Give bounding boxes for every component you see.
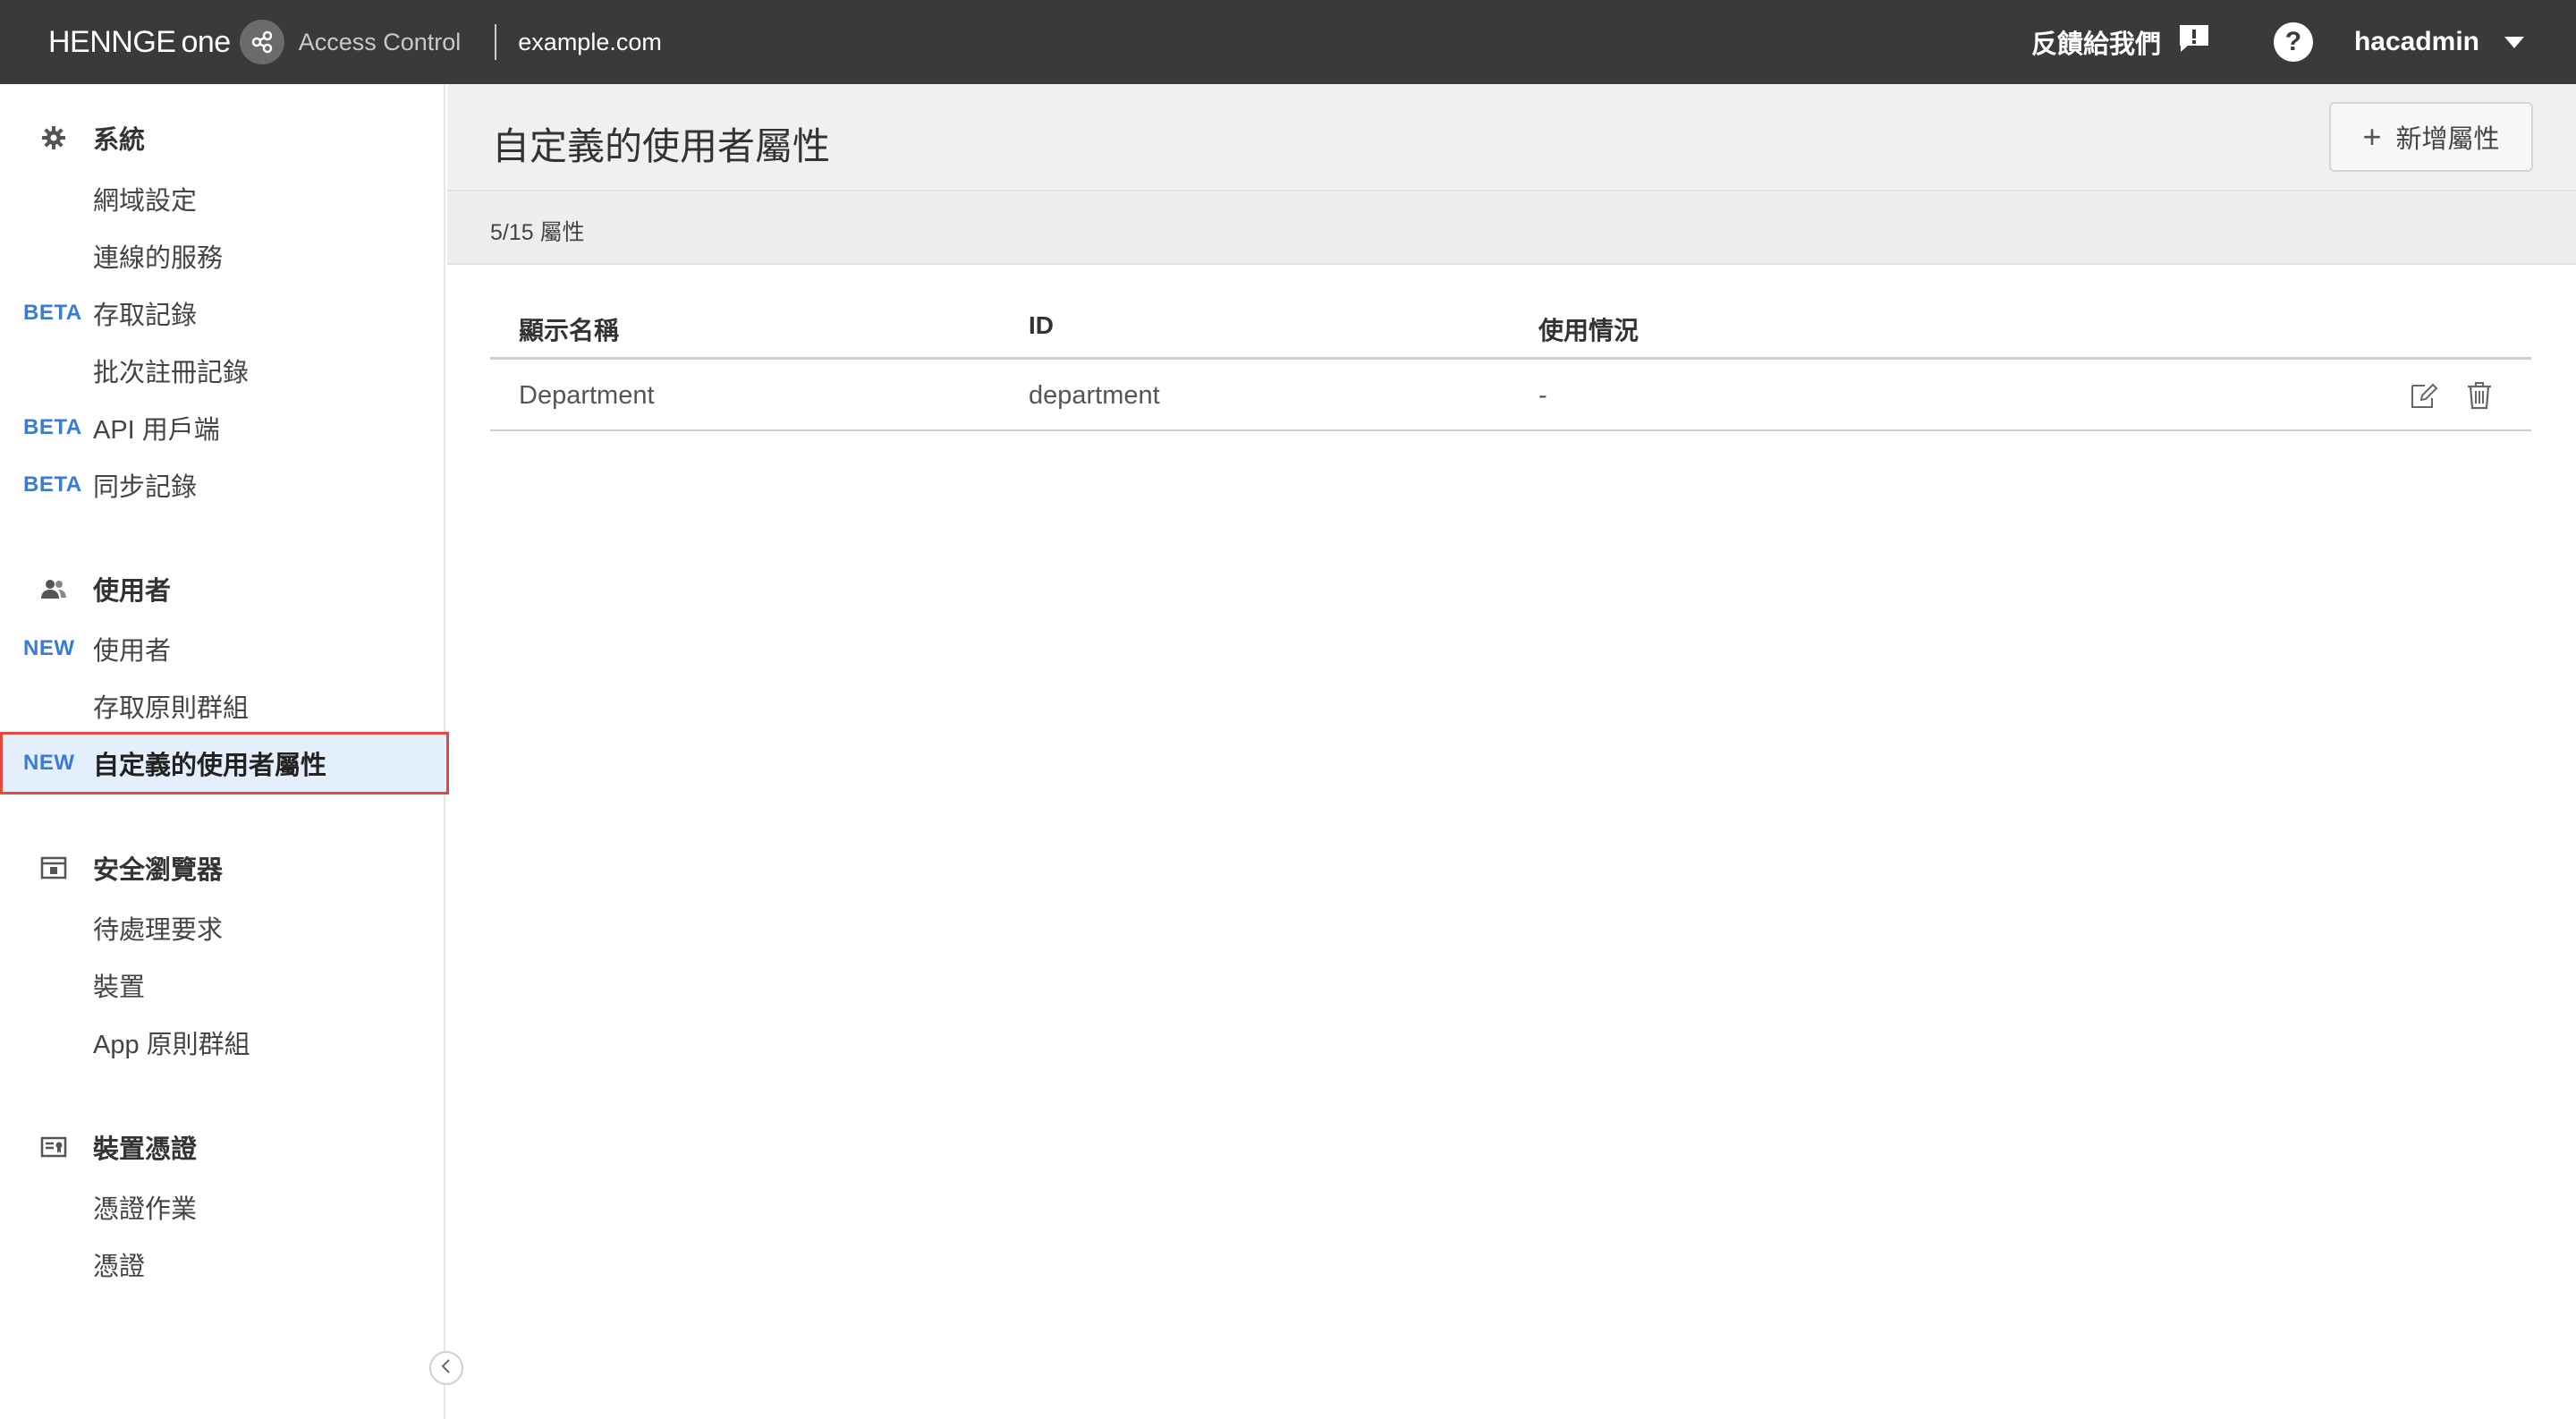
edit-icon[interactable] [2408, 379, 2440, 412]
sidebar-item-label: 連線的服務 [93, 244, 224, 273]
main-content: 自定義的使用者屬性 + 新增屬性 5/15 屬性 顯示名稱 ID 使用情況 De… [447, 84, 2576, 1419]
help-icon[interactable]: ? [2273, 22, 2313, 62]
sidebar-item-label: 存取記錄 [93, 302, 198, 330]
sidebar-item-certificate-jobs[interactable]: 憑證作業 [0, 1179, 445, 1235]
feedback-button[interactable]: 反饋給我們 [2031, 22, 2211, 62]
sidebar-item-label: 同步記錄 [93, 473, 198, 502]
logo-text-one: one [181, 24, 231, 59]
sidebar: 系統 網域設定 連線的服務 BETA 存取記錄 批次註冊記錄 BETA API … [0, 84, 449, 1419]
sidebar-item-access-logs[interactable]: BETA 存取記錄 [0, 285, 445, 341]
sidebar-item-label: 存取原則群組 [93, 694, 250, 723]
domain-label: example.com [518, 28, 662, 55]
count-bar: 5/15 屬性 [447, 191, 2576, 265]
sidebar-item-certificates[interactable]: 憑證 [0, 1236, 445, 1292]
user-menu[interactable]: hacadmin [2354, 27, 2524, 57]
sidebar-item-pending-requests[interactable]: 待處理要求 [0, 900, 445, 956]
column-header-id: ID [1029, 311, 1054, 339]
table-row: Department department - [490, 360, 2531, 431]
sidebar-section-title: 使用者 [93, 577, 172, 606]
sidebar-section-title: 系統 [93, 126, 146, 155]
sidebar-item-label: API 用戶端 [93, 416, 220, 445]
sidebar-item-custom-user-attributes[interactable]: NEW 自定義的使用者屬性 [0, 732, 449, 794]
new-badge: NEW [23, 751, 75, 775]
sidebar-item-label: 憑證 [93, 1253, 146, 1281]
new-badge: NEW [23, 636, 75, 660]
users-icon [39, 574, 68, 603]
cell-display-name: Department [519, 381, 655, 410]
sidebar-item-api-clients[interactable]: BETA API 用戶端 [0, 400, 445, 455]
sidebar-item-users[interactable]: NEW 使用者 [0, 621, 445, 676]
chevron-down-icon [2504, 36, 2524, 48]
sidebar-item-sync-logs[interactable]: BETA 同步記錄 [0, 457, 445, 513]
logo-text: HENNGE [48, 24, 176, 59]
browser-icon [39, 854, 68, 882]
delete-icon[interactable] [2463, 379, 2496, 412]
sidebar-item-domain-settings[interactable]: 網域設定 [0, 171, 445, 226]
app-name: Access Control [298, 28, 462, 55]
sidebar-item-label: 憑證作業 [93, 1195, 198, 1224]
add-attribute-button[interactable]: + 新增屬性 [2329, 102, 2533, 172]
sidebar-item-label: 裝置 [93, 973, 146, 1002]
page-title: 自定義的使用者屬性 [492, 125, 831, 167]
certificate-icon [39, 1133, 68, 1161]
page-header: 自定義的使用者屬性 + 新增屬性 [447, 84, 2576, 191]
beta-badge: BETA [23, 301, 82, 325]
column-header-usage: 使用情況 [1538, 317, 1640, 344]
sidebar-item-label: 網域設定 [93, 187, 198, 216]
feedback-label: 反饋給我們 [2030, 30, 2161, 59]
header-divider [495, 24, 497, 60]
cell-usage: - [1538, 381, 1547, 410]
attribute-count: 5/15 屬性 [490, 220, 585, 245]
sidebar-item-label: 待處理要求 [93, 916, 224, 945]
logo-mark-icon [239, 20, 284, 64]
gear-icon [39, 123, 68, 152]
sidebar-item-label: 自定義的使用者屬性 [93, 752, 327, 780]
sidebar-section-title: 裝置憑證 [93, 1135, 198, 1164]
add-attribute-label: 新增屬性 [2395, 125, 2500, 154]
feedback-icon [2177, 22, 2211, 62]
column-header-display-name: 顯示名稱 [519, 317, 620, 344]
cell-id: department [1029, 381, 1160, 410]
sidebar-item-connected-services[interactable]: 連線的服務 [0, 228, 445, 284]
sidebar-item-app-policy-groups[interactable]: App 原則群組 [0, 1015, 445, 1070]
beta-badge: BETA [23, 472, 82, 497]
top-bar: HENNGE one Access Control example.com 反饋… [0, 0, 2576, 84]
beta-badge: BETA [23, 415, 82, 439]
sidebar-item-batch-registration-logs[interactable]: 批次註冊記錄 [0, 343, 445, 398]
plus-icon: + [2362, 118, 2382, 155]
sidebar-item-label: 使用者 [93, 637, 172, 666]
sidebar-item-label: App 原則群組 [93, 1031, 250, 1059]
sidebar-item-devices[interactable]: 裝置 [0, 957, 445, 1013]
top-right-controls: 反饋給我們 ? hacadmin [2031, 22, 2524, 62]
table-header: 顯示名稱 ID 使用情況 [490, 299, 2531, 360]
sidebar-item-access-policy-groups[interactable]: 存取原則群組 [0, 678, 445, 734]
sidebar-section-title: 安全瀏覽器 [93, 856, 224, 885]
brand[interactable]: HENNGE one Access Control [48, 20, 461, 64]
username: hacadmin [2353, 27, 2479, 56]
attributes-table: 顯示名稱 ID 使用情況 Department department - [490, 299, 2531, 431]
row-actions [2408, 379, 2496, 412]
sidebar-item-label: 批次註冊記錄 [93, 359, 250, 387]
